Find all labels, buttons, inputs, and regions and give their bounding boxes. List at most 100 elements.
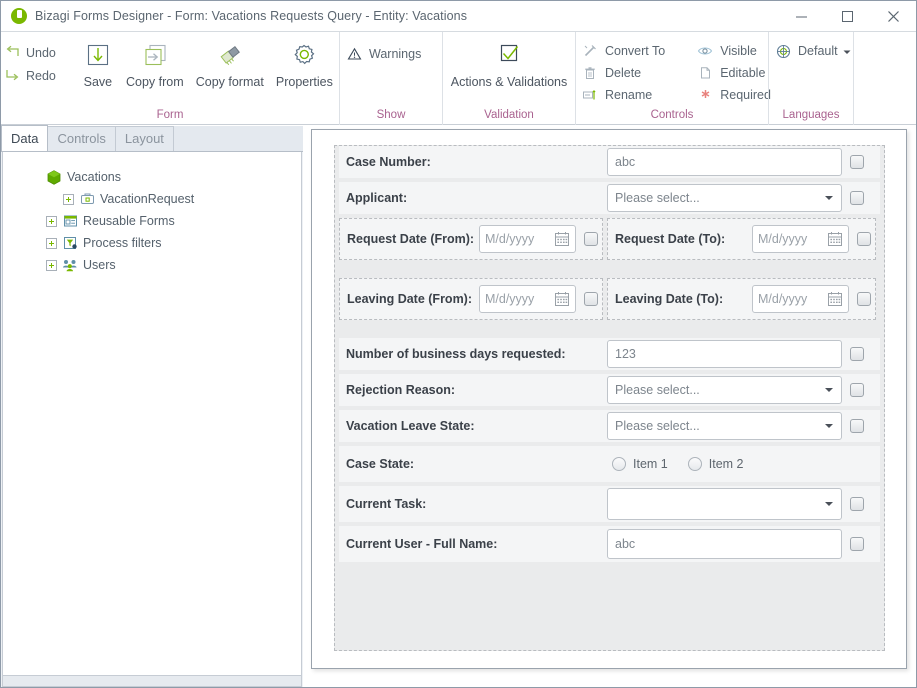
reusable-forms-icon <box>62 213 78 229</box>
rename-button[interactable]: Rename <box>576 84 673 106</box>
calendar-icon[interactable] <box>827 291 843 310</box>
field-control: M/d/yyyy <box>479 285 598 313</box>
checkbox-icon[interactable] <box>850 419 864 433</box>
editable-button[interactable]: Editable <box>691 62 779 84</box>
field-control: 123 <box>607 340 864 368</box>
copy-format-button[interactable]: Copy format <box>190 35 270 89</box>
default-language-label: Default <box>798 44 838 58</box>
form-row-current-user-full-name[interactable]: Current User - Full Name: abc <box>339 526 880 562</box>
expand-icon[interactable] <box>46 215 57 227</box>
required-asterisk-icon <box>697 87 713 103</box>
input-value: abc <box>615 155 636 169</box>
properties-button[interactable]: Properties <box>270 35 339 89</box>
default-language-button[interactable]: Default <box>769 40 859 62</box>
case-number-input[interactable]: abc <box>607 148 842 176</box>
checkbox-icon[interactable] <box>850 191 864 205</box>
form-row-rejection-reason[interactable]: Rejection Reason: Please select... <box>339 374 880 406</box>
radio-option-item-1[interactable]: Item 1 <box>612 457 668 471</box>
field-label: Case Number: <box>346 155 431 169</box>
redo-button[interactable]: Redo <box>1 64 62 87</box>
current-task-select[interactable] <box>607 488 842 520</box>
form-row-case-number[interactable]: Case Number: abc <box>339 146 880 178</box>
rejection-reason-select[interactable]: Please select... <box>607 376 842 404</box>
request-date-from-input[interactable]: M/d/yyyy <box>479 225 576 253</box>
maximize-button[interactable] <box>824 2 870 31</box>
save-button[interactable]: Save <box>76 35 120 89</box>
business-days-input[interactable]: 123 <box>607 340 842 368</box>
field-label: Rejection Reason: <box>346 383 456 397</box>
form-row-applicant[interactable]: Applicant: Please select... <box>339 182 880 214</box>
expand-icon[interactable] <box>46 237 57 249</box>
data-tree[interactable]: Vacations VacationRequest Reusable Forms… <box>2 152 302 676</box>
radio-option-item-2[interactable]: Item 2 <box>687 457 744 471</box>
field-control: abc <box>607 529 864 559</box>
tab-data[interactable]: Data <box>1 125 49 151</box>
checkbox-icon[interactable] <box>584 232 598 246</box>
close-button[interactable] <box>870 2 916 31</box>
tree-item-users[interactable]: Users <box>3 254 301 276</box>
checkbox-icon[interactable] <box>850 537 864 551</box>
checkbox-icon[interactable] <box>857 232 871 246</box>
checkbox-icon[interactable] <box>584 292 598 306</box>
tree-item-process-filters[interactable]: Process filters <box>3 232 301 254</box>
request-date-to-input[interactable]: M/d/yyyy <box>752 225 849 253</box>
field-label: Current User - Full Name: <box>346 537 498 551</box>
ribbon-group-title-show: Show <box>376 109 406 121</box>
form-row-case-state[interactable]: Case State: Item 1 Item 2 <box>339 446 880 482</box>
checkbox-icon[interactable] <box>850 155 864 169</box>
tree-item-reusable-forms[interactable]: Reusable Forms <box>3 210 301 232</box>
leaving-date-from-input[interactable]: M/d/yyyy <box>479 285 576 313</box>
checkbox-icon[interactable] <box>850 347 864 361</box>
copy-from-button[interactable]: Copy from <box>120 35 190 89</box>
tree-horizontal-scrollbar[interactable] <box>2 676 302 687</box>
warnings-button[interactable]: Warnings <box>340 43 429 65</box>
leaving-date-from-panel[interactable]: Leaving Date (From): M/d/yyyy <box>339 278 603 320</box>
radio-label: Item 1 <box>633 457 668 471</box>
tree-item-label: Users <box>83 258 116 272</box>
tree-item-label: Process filters <box>83 236 162 250</box>
form-row-vacation-leave-state[interactable]: Vacation Leave State: Please select... <box>339 410 880 442</box>
redo-icon <box>5 68 20 84</box>
checkbox-icon[interactable] <box>850 383 864 397</box>
form-row-current-task[interactable]: Current Task: <box>339 486 880 522</box>
field-label: Applicant: <box>346 191 408 205</box>
redo-label: Redo <box>26 68 56 83</box>
leaving-date-to-input[interactable]: M/d/yyyy <box>752 285 849 313</box>
visible-button[interactable]: Visible <box>691 40 779 62</box>
tab-controls[interactable]: Controls <box>47 126 116 151</box>
leaving-date-to-panel[interactable]: Leaving Date (To): M/d/yyyy <box>607 278 876 320</box>
undo-redo-column: Undo Redo <box>1 35 62 87</box>
calendar-icon[interactable] <box>554 291 570 310</box>
ribbon-group-title-languages: Languages <box>782 109 840 121</box>
vacation-leave-state-select[interactable]: Please select... <box>607 412 842 440</box>
undo-button[interactable]: Undo <box>1 41 62 64</box>
tab-layout[interactable]: Layout <box>114 126 174 151</box>
tree-item-vacations[interactable]: Vacations <box>3 166 301 188</box>
minimize-button[interactable] <box>778 2 824 31</box>
convert-to-button[interactable]: Convert To <box>576 40 673 62</box>
request-date-to-panel[interactable]: Request Date (To): M/d/yyyy <box>607 218 876 260</box>
radio-icon[interactable] <box>687 457 702 471</box>
required-button[interactable]: Required <box>691 84 779 106</box>
bizagi-logo-icon <box>11 8 27 24</box>
title-bar: Bizagi Forms Designer - Form: Vacations … <box>1 1 916 31</box>
checkbox-icon[interactable] <box>850 497 864 511</box>
select-value: Please select... <box>615 419 700 433</box>
calendar-icon[interactable] <box>827 231 843 250</box>
checkbox-icon[interactable] <box>857 292 871 306</box>
undo-label: Undo <box>26 45 56 60</box>
select-value: Please select... <box>615 383 700 397</box>
expand-icon[interactable] <box>46 259 57 271</box>
radio-icon[interactable] <box>612 457 626 471</box>
applicant-select[interactable]: Please select... <box>607 184 842 212</box>
actions-validations-button[interactable]: Actions & Validations <box>444 35 575 89</box>
calendar-icon[interactable] <box>554 231 570 250</box>
current-user-full-name-input[interactable]: abc <box>607 529 842 559</box>
form-row-business-days[interactable]: Number of business days requested: 123 <box>339 338 880 370</box>
delete-button[interactable]: Delete <box>576 62 673 84</box>
field-label: Case State: <box>346 457 415 471</box>
field-label: Leaving Date (To): <box>615 292 724 306</box>
request-date-from-panel[interactable]: Request Date (From): M/d/yyyy <box>339 218 603 260</box>
tree-item-vacationrequest[interactable]: VacationRequest <box>3 188 301 210</box>
expand-icon[interactable] <box>63 193 74 205</box>
